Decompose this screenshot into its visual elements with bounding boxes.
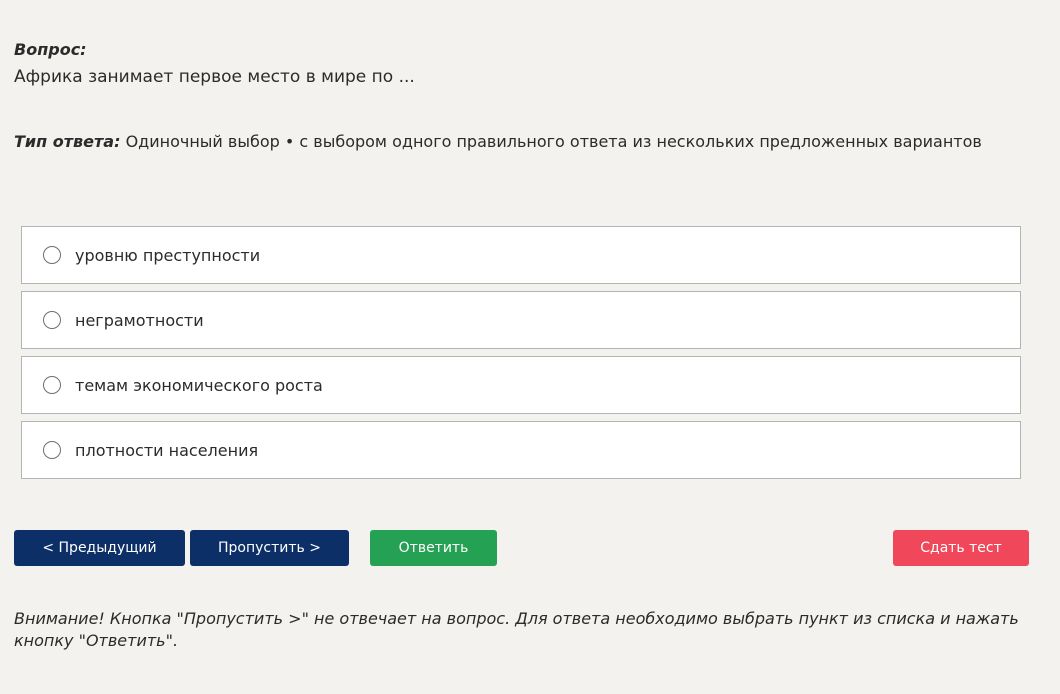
answer-type: Тип ответа: Одиночный выбор • с выбором … — [14, 132, 982, 151]
radio-button[interactable] — [43, 246, 61, 264]
question-text: Африка занимает первое место в мире по .… — [14, 67, 415, 87]
answer-option-label: уровню преступности — [75, 245, 261, 265]
test-page: Вопрос: Африка занимает первое место в м… — [0, 0, 1060, 694]
submit-test-button[interactable]: Сдать тест — [893, 530, 1029, 566]
notice-text: Внимание! Кнопка "Пропустить >" не отвеч… — [14, 609, 1019, 650]
answer-type-label: Тип ответа: — [14, 132, 121, 151]
answer-option-label: плотности населения — [75, 440, 259, 460]
answer-option[interactable]: темам экономического роста — [21, 356, 1021, 414]
answer-option[interactable]: плотности населения — [21, 421, 1021, 479]
answer-option[interactable]: уровню преступности — [21, 226, 1021, 284]
skip-button[interactable]: Пропустить > — [190, 530, 349, 566]
answer-option-label: неграмотности — [75, 310, 204, 330]
radio-button[interactable] — [43, 376, 61, 394]
radio-button[interactable] — [43, 311, 61, 329]
answer-options: уровню преступности неграмотности темам … — [21, 226, 1021, 486]
answer-option-label: темам экономического роста — [75, 375, 323, 395]
previous-button[interactable]: < Предыдущий — [14, 530, 185, 566]
answer-button[interactable]: Ответить — [370, 530, 497, 566]
radio-button[interactable] — [43, 441, 61, 459]
question-label: Вопрос: — [14, 40, 87, 59]
answer-option[interactable]: неграмотности — [21, 291, 1021, 349]
answer-type-value: Одиночный выбор • с выбором одного прави… — [125, 132, 982, 151]
